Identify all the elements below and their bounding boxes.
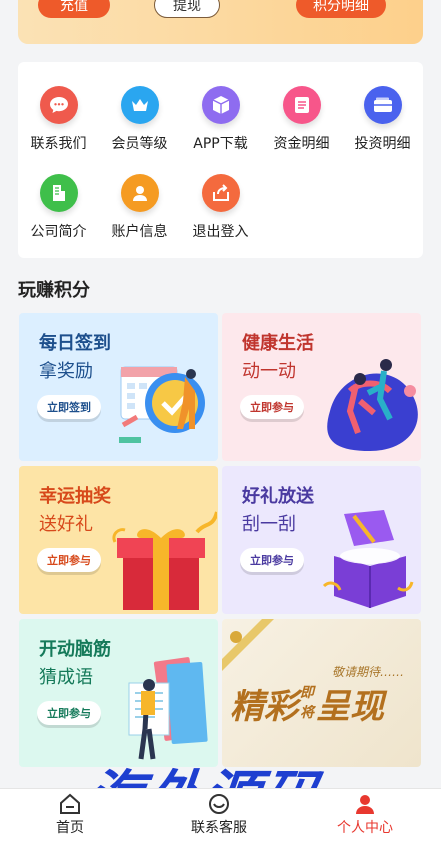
cube-icon (201, 86, 240, 124)
signin-now-button[interactable]: 立即签到 (37, 395, 101, 419)
open-gift-illustration-icon (322, 510, 414, 608)
wallet-icon (363, 86, 402, 124)
card-daily-signin[interactable]: 每日签到 拿奖励 立即签到 (19, 313, 218, 461)
nav-profile[interactable]: 个人中心 (337, 793, 393, 837)
join-lottery-button[interactable]: 立即参与 (37, 548, 101, 572)
document-icon (282, 86, 321, 124)
card-title: 好礼放送 (242, 486, 314, 507)
grid-item-label: 投资明细 (354, 136, 411, 152)
grid-item-label: APP下载 (193, 136, 248, 152)
gift-box-illustration-icon (112, 511, 217, 610)
points-detail-button[interactable]: 积分明细 (296, 0, 386, 18)
smile-chat-icon (209, 794, 229, 814)
grid-item-app-download[interactable]: APP下载 (180, 86, 261, 153)
card-subtitle: 拿奖励 (39, 361, 93, 382)
nav-customer-service[interactable]: 联系客服 (191, 793, 247, 837)
ribbon-icon (222, 619, 274, 671)
card-subtitle: 猜成语 (39, 667, 93, 688)
runners-illustration-icon (327, 359, 418, 451)
crown-icon (120, 86, 159, 124)
grid-item-fund-detail[interactable]: 资金明细 (261, 86, 342, 153)
chat-icon (39, 86, 78, 124)
user-icon (356, 795, 374, 814)
nav-service-label: 联系客服 (191, 820, 247, 836)
recharge-button[interactable]: 充值 (38, 0, 110, 18)
grid-item-label: 退出登入 (192, 224, 249, 240)
grid-item-logout[interactable]: 退出登入 (180, 174, 261, 241)
join-gift-button[interactable]: 立即参与 (240, 548, 304, 572)
card-healthy-life[interactable]: 健康生活 动一动 立即参与 (222, 313, 421, 461)
coming-soon-big-2: 呈现 (316, 687, 384, 727)
card-title: 幸运抽奖 (39, 486, 111, 507)
section-title: 玩赚积分 (18, 280, 90, 301)
grid-item-label: 公司简介 (30, 224, 87, 240)
function-grid: 联系我们 会员等级 APP下载 资金明细 投资明细 公司简介 账户信息 退出登入 (18, 62, 423, 258)
card-subtitle: 送好礼 (39, 514, 93, 535)
card-title: 开动脑筋 (39, 639, 111, 660)
grid-item-investment-detail[interactable]: 投资明细 (342, 86, 423, 153)
grid-item-account-info[interactable]: 账户信息 (99, 174, 180, 241)
coming-soon-small-text: 敬请期待…… (332, 665, 405, 679)
grid-item-contact-us[interactable]: 联系我们 (18, 86, 99, 153)
grid-item-label: 联系我们 (30, 136, 87, 152)
join-health-button[interactable]: 立即参与 (240, 395, 304, 419)
withdraw-button[interactable]: 提现 (154, 0, 220, 18)
card-brain-teaser[interactable]: 开动脑筋 猜成语 立即参与 (19, 619, 218, 767)
grid-item-label: 账户信息 (111, 224, 168, 240)
nav-home-label: 首页 (56, 820, 84, 836)
books-illustration-icon (128, 657, 208, 760)
logout-icon (201, 174, 240, 212)
coming-soon-small-2: 将 (300, 705, 314, 721)
grid-item-member-level[interactable]: 会员等级 (99, 86, 180, 153)
card-subtitle: 刮一刮 (242, 514, 296, 535)
building-icon (39, 174, 78, 212)
grid-item-company-profile[interactable]: 公司简介 (18, 174, 99, 241)
bottom-nav: 首页 联系客服 个人中心 (0, 788, 441, 841)
nav-home[interactable]: 首页 (56, 793, 84, 837)
card-coming-soon: 敬请期待…… 精彩 即 将 呈现 (222, 619, 421, 767)
card-lucky-draw[interactable]: 幸运抽奖 送好礼 立即参与 (19, 466, 218, 614)
user-icon (120, 174, 159, 212)
join-idiom-button[interactable]: 立即参与 (37, 701, 101, 725)
grid-item-label: 会员等级 (111, 136, 168, 152)
nav-profile-label: 个人中心 (337, 820, 393, 836)
top-banner: 充值 提现 积分明细 (18, 0, 423, 44)
card-gift-giveaway[interactable]: 好礼放送 刮一刮 立即参与 (222, 466, 421, 614)
coming-soon-big-1: 精彩 (230, 687, 298, 727)
card-subtitle: 动一动 (242, 361, 296, 382)
grid-item-label: 资金明细 (273, 136, 330, 152)
coming-soon-title: 精彩 即 将 呈现 (230, 679, 384, 728)
card-title: 健康生活 (242, 333, 314, 354)
card-title: 每日签到 (39, 333, 111, 354)
coming-soon-small-1: 即 (300, 685, 314, 701)
home-icon (60, 793, 80, 814)
calendar-illustration-icon (119, 366, 205, 443)
